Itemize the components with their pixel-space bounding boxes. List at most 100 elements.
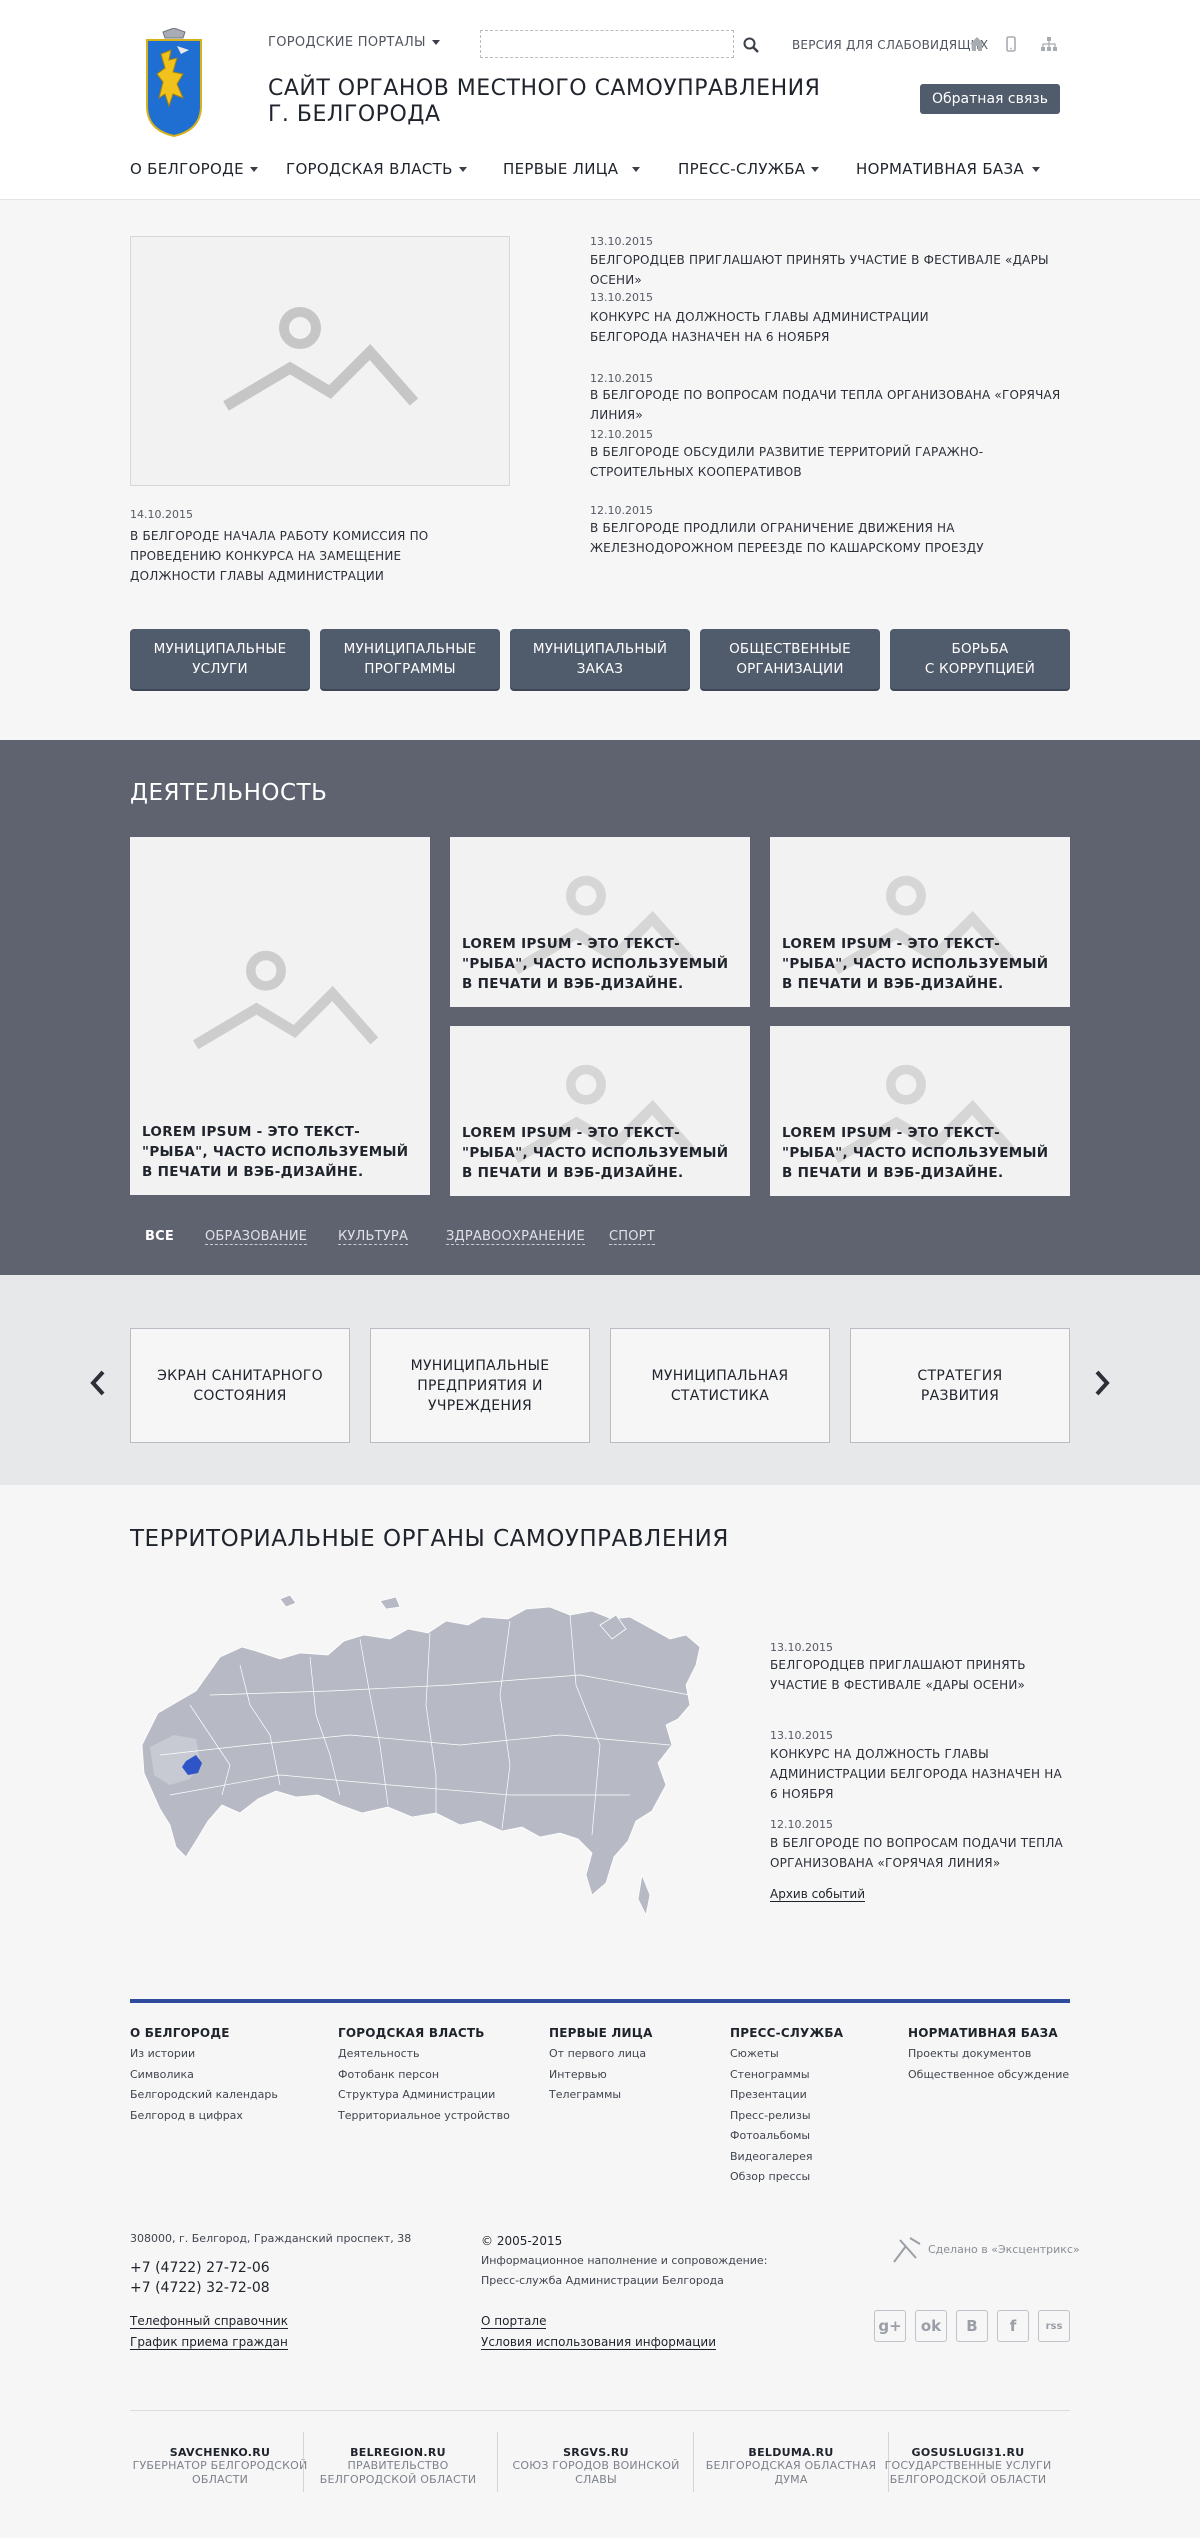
nav-city-government[interactable]: ГОРОДСКАЯ ВЛАСТЬ bbox=[286, 160, 467, 178]
partner-name: БЕЛГОРОДСКОЙ ОБЛАСТИ bbox=[319, 2473, 477, 2486]
filter-healthcare[interactable]: ЗДРАВООХРАНЕНИЕ bbox=[446, 1229, 585, 1245]
news-title[interactable]: БЕЛГОРОДЦЕВ ПРИГЛАШАЮТ ПРИНЯТЬ УЧАСТИЕ В… bbox=[590, 250, 1060, 290]
territory-news-title[interactable]: БЕЛГОРОДЦЕВ ПРИГЛАШАЮТ ПРИНЯТЬ УЧАСТИЕ В… bbox=[770, 1655, 1070, 1695]
partner-url: BELDUMA.RU bbox=[748, 2446, 834, 2459]
municipal-order-button[interactable]: МУНИЦИПАЛЬНЫЙ ЗАКАЗ bbox=[510, 629, 690, 689]
site-title[interactable]: САЙТ ОРГАНОВ МЕСТНОГО САМОУПРАВЛЕНИЯ Г. … bbox=[268, 76, 820, 128]
button-label: ЗАКАЗ bbox=[576, 661, 624, 677]
terms-of-use-link[interactable]: Условия использования информации bbox=[481, 2335, 717, 2350]
activity-card[interactable]: LOREM IPSUM - ЭТО ТЕКСТ-"РЫБА", ЧАСТО ИС… bbox=[770, 1026, 1070, 1196]
footer-link[interactable]: Белгородский календарь bbox=[130, 2085, 278, 2106]
partners-divider bbox=[130, 2410, 1070, 2411]
footer-link[interactable]: Общественное обсуждение bbox=[908, 2065, 1069, 2086]
chevron-left-icon[interactable] bbox=[88, 1368, 108, 1398]
footer-link[interactable]: Презентации bbox=[730, 2085, 843, 2106]
partner-gosuslugi31[interactable]: GOSUSLUGI31.RU ГОСУДАРСТВЕННЫЕ УСЛУГИ БЕ… bbox=[874, 2446, 1062, 2487]
carousel-item-municipal-statistics[interactable]: МУНИЦИПАЛЬНАЯ СТАТИСТИКА bbox=[610, 1328, 830, 1443]
footer-link[interactable]: Интервью bbox=[549, 2065, 653, 2086]
footer-link[interactable]: Территориальное устройство bbox=[338, 2106, 510, 2127]
territory-news-title[interactable]: В БЕЛГОРОДЕ ПО ВОПРОСАМ ПОДАЧИ ТЕПЛА ОРГ… bbox=[770, 1833, 1070, 1873]
filter-all[interactable]: ВСЕ bbox=[145, 1229, 174, 1244]
news-title[interactable]: КОНКУРС НА ДОЛЖНОСТЬ ГЛАВЫ АДМИНИСТРАЦИИ… bbox=[590, 307, 990, 347]
footer-copyright: © 2005-2015 bbox=[481, 2234, 563, 2248]
footer-link[interactable]: Структура Администрации bbox=[338, 2085, 510, 2106]
partner-url: GOSUSLUGI31.RU bbox=[911, 2446, 1025, 2459]
low-vision-link[interactable]: ВЕРСИЯ ДЛЯ СЛАБОВИДЯЩИХ bbox=[792, 38, 988, 52]
anti-corruption-button[interactable]: БОРЬБА С КОРРУПЦИЕЙ bbox=[890, 629, 1070, 689]
feedback-button[interactable]: Обратная связь bbox=[920, 84, 1060, 114]
municipal-programs-button[interactable]: МУНИЦИПАЛЬНЫЕ ПРОГРАММЫ bbox=[320, 629, 500, 689]
partner-url: SRGVS.RU bbox=[563, 2446, 629, 2459]
filter-sport[interactable]: СПОРТ bbox=[609, 1229, 655, 1245]
footer-link[interactable]: Деятельность bbox=[338, 2044, 510, 2065]
partner-srgvs[interactable]: SRGVS.RU СОЮЗ ГОРОДОВ ВОИНСКОЙ СЛАВЫ bbox=[502, 2446, 690, 2487]
nav-regulations[interactable]: НОРМАТИВНАЯ БАЗА bbox=[856, 160, 1040, 178]
russia-map[interactable] bbox=[130, 1595, 710, 1935]
about-portal-link[interactable]: О портале bbox=[481, 2314, 547, 2329]
mobile-icon[interactable] bbox=[1002, 35, 1020, 53]
search-icon[interactable] bbox=[742, 36, 760, 54]
button-label: МУНИЦИПАЛЬНЫЕ bbox=[343, 641, 477, 657]
footer-link[interactable]: Проекты документов bbox=[908, 2044, 1069, 2065]
municipal-services-button[interactable]: МУНИЦИПАЛЬНЫЕ УСЛУГИ bbox=[130, 629, 310, 689]
reception-schedule-link[interactable]: График приема граждан bbox=[130, 2335, 288, 2350]
footer-link[interactable]: От первого лица bbox=[549, 2044, 653, 2065]
news-title[interactable]: В БЕЛГОРОДЕ ПРОДЛИЛИ ОГРАНИЧЕНИЕ ДВИЖЕНИ… bbox=[590, 518, 1050, 558]
footer-link[interactable]: Сюжеты bbox=[730, 2044, 843, 2065]
carousel-item-municipal-enterprises[interactable]: МУНИЦИПАЛЬНЫЕ ПРЕДПРИЯТИЯ И УЧРЕЖДЕНИЯ bbox=[370, 1328, 590, 1443]
search-input[interactable] bbox=[480, 30, 734, 58]
partner-savchenko[interactable]: SAVCHENKO.RU ГУБЕРНАТОР БЕЛГОРОДСКОЙ ОБЛ… bbox=[126, 2446, 314, 2487]
city-portals-dropdown[interactable]: ГОРОДСКИЕ ПОРТАЛЫ bbox=[268, 35, 440, 50]
home-icon[interactable] bbox=[968, 35, 986, 53]
carousel-item-sanitary-screen[interactable]: ЭКРАН САНИТАРНОГО СОСТОЯНИЯ bbox=[130, 1328, 350, 1443]
activity-card[interactable]: LOREM IPSUM - ЭТО ТЕКСТ-"РЫБА", ЧАСТО ИС… bbox=[450, 837, 750, 1007]
footer-link[interactable]: Видеогалерея bbox=[730, 2147, 843, 2168]
partner-name: ДУМА bbox=[774, 2473, 808, 2486]
news-title[interactable]: В БЕЛГОРОДЕ ОБСУДИЛИ РАЗВИТИЕ ТЕРРИТОРИЙ… bbox=[590, 442, 1040, 482]
footer-link[interactable]: Обзор прессы bbox=[730, 2167, 843, 2188]
sitemap-icon[interactable] bbox=[1040, 35, 1058, 53]
footer-link[interactable]: Телеграммы bbox=[549, 2085, 653, 2106]
filter-education[interactable]: ОБРАЗОВАНИЕ bbox=[205, 1229, 308, 1245]
events-archive-link[interactable]: Архив событий bbox=[770, 1887, 866, 1902]
nav-about[interactable]: О БЕЛГОРОДЕ bbox=[130, 160, 258, 178]
news-title[interactable]: В БЕЛГОРОДЕ ПО ВОПРОСАМ ПОДАЧИ ТЕПЛА ОРГ… bbox=[590, 385, 1070, 425]
filter-culture[interactable]: КУЛЬТУРА bbox=[338, 1229, 409, 1245]
phone-directory-link[interactable]: Телефонный справочник bbox=[130, 2314, 288, 2329]
footer-link[interactable]: Белгород в цифрах bbox=[130, 2106, 278, 2127]
google-plus-icon[interactable]: g+ bbox=[874, 2310, 906, 2342]
activity-heading: ДЕЯТЕЛЬНОСТЬ bbox=[130, 780, 328, 806]
activity-card[interactable]: LOREM IPSUM - ЭТО ТЕКСТ-"РЫБА", ЧАСТО ИС… bbox=[770, 837, 1070, 1007]
facebook-icon[interactable]: f bbox=[997, 2310, 1029, 2342]
footer-link[interactable]: Символика bbox=[130, 2065, 278, 2086]
coat-of-arms-logo[interactable] bbox=[143, 28, 205, 138]
main-news-date: 14.10.2015 bbox=[130, 508, 193, 521]
activity-card[interactable]: LOREM IPSUM - ЭТО ТЕКСТ-"РЫБА", ЧАСТО ИС… bbox=[450, 1026, 750, 1196]
main-news-image[interactable] bbox=[130, 236, 510, 486]
rss-icon[interactable]: rss bbox=[1038, 2310, 1070, 2342]
chevron-down-icon bbox=[431, 40, 440, 45]
footer-info-line1: Информационное наполнение и сопровождени… bbox=[481, 2254, 768, 2267]
footer-link[interactable]: Фотобанк персон bbox=[338, 2065, 510, 2086]
territory-news-title[interactable]: КОНКУРС НА ДОЛЖНОСТЬ ГЛАВЫ АДМИНИСТРАЦИИ… bbox=[770, 1744, 1070, 1804]
made-by-link[interactable]: Сделано в «Эксцентрикс» bbox=[928, 2243, 1080, 2256]
footer-column-government: ГОРОДСКАЯ ВЛАСТЬ Деятельность Фотобанк п… bbox=[338, 2026, 510, 2126]
odnoklassniki-icon[interactable]: ok bbox=[915, 2310, 947, 2342]
footer-link[interactable]: Стенограммы bbox=[730, 2065, 843, 2086]
nav-press-service[interactable]: ПРЕСС-СЛУЖБА bbox=[678, 160, 820, 178]
activity-card-large[interactable]: LOREM IPSUM - ЭТО ТЕКСТ-"РЫБА", ЧАСТО ИС… bbox=[130, 837, 430, 1195]
chevron-right-icon[interactable] bbox=[1092, 1368, 1112, 1398]
footer-link[interactable]: Пресс-релизы bbox=[730, 2106, 843, 2127]
vkontakte-icon[interactable]: В bbox=[956, 2310, 988, 2342]
partner-belduma[interactable]: BELDUMA.RU БЕЛГОРОДСКАЯ ОБЛАСТНАЯ ДУМА bbox=[697, 2446, 885, 2487]
partner-belregion[interactable]: BELREGION.RU ПРАВИТЕЛЬСТВО БЕЛГОРОДСКОЙ … bbox=[304, 2446, 492, 2487]
nav-first-persons[interactable]: ПЕРВЫЕ ЛИЦА bbox=[503, 160, 641, 178]
footer-column-first-persons: ПЕРВЫЕ ЛИЦА От первого лица Интервью Тел… bbox=[549, 2026, 653, 2106]
public-organizations-button[interactable]: ОБЩЕСТВЕННЫЕ ОРГАНИЗАЦИИ bbox=[700, 629, 880, 689]
carousel-item-development-strategy[interactable]: СТРАТЕГИЯ РАЗВИТИЯ bbox=[850, 1328, 1070, 1443]
main-news-title[interactable]: В БЕЛГОРОДЕ НАЧАЛА РАБОТУ КОМИССИЯ ПО ПР… bbox=[130, 526, 490, 586]
excentrics-logo-icon[interactable] bbox=[892, 2236, 922, 2264]
footer-link[interactable]: Из истории bbox=[130, 2044, 278, 2065]
nav-about-label: О БЕЛГОРОДЕ bbox=[130, 160, 244, 178]
footer-link[interactable]: Фотоальбомы bbox=[730, 2126, 843, 2147]
